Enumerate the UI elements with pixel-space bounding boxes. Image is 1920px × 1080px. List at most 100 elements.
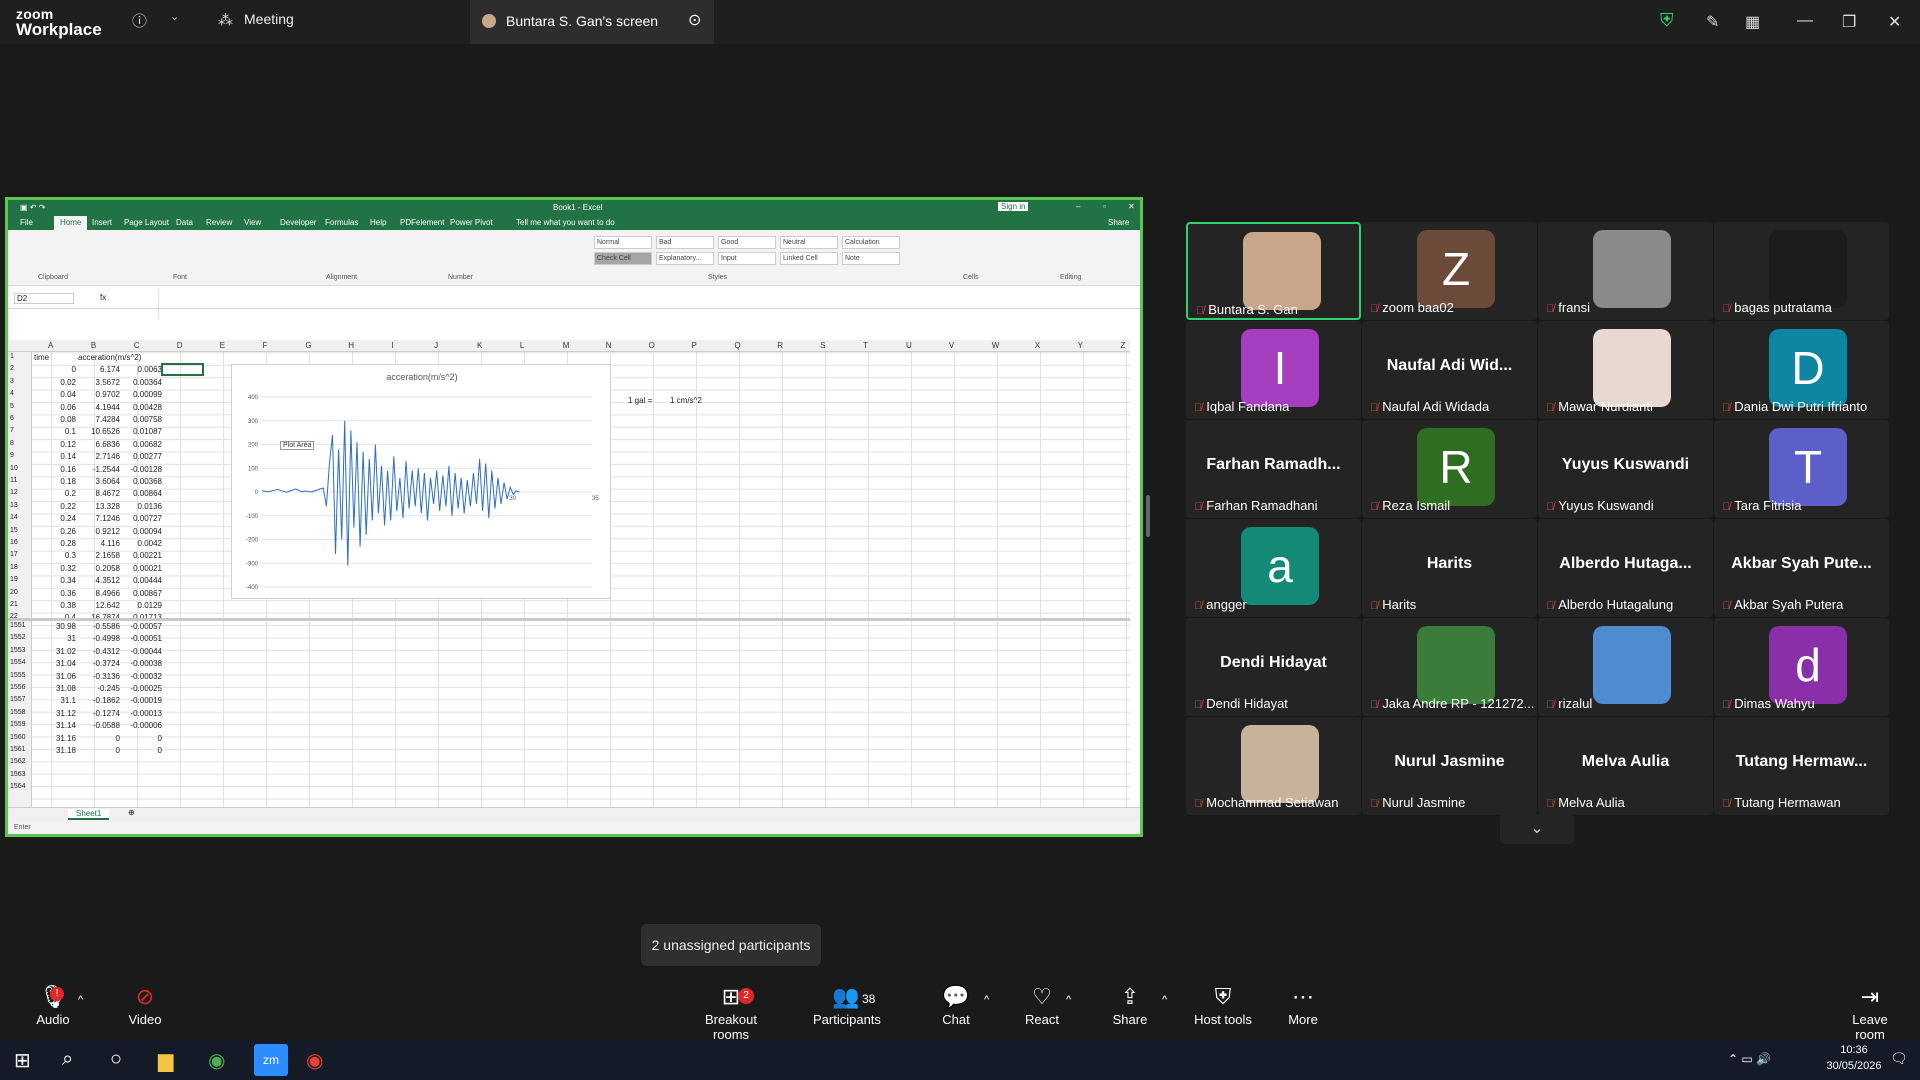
column-header[interactable]: X	[1035, 341, 1040, 350]
cell-style-option[interactable]: Check Cell	[594, 252, 652, 265]
row-number[interactable]: 1551	[10, 622, 26, 629]
cell-gal[interactable]: 0.0129	[120, 601, 162, 610]
column-header[interactable]: F	[263, 341, 268, 350]
cell-time[interactable]: 0	[34, 365, 76, 374]
cell-gal[interactable]: 0	[120, 734, 162, 743]
row-number[interactable]: 5	[10, 403, 14, 410]
cell-acceleration[interactable]: acceration(m/s^2)	[78, 353, 141, 362]
next-page-chevron-icon[interactable]: ⌄	[1500, 814, 1574, 844]
cell-acceleration[interactable]: 4.1944	[78, 403, 120, 412]
task-view-icon[interactable]: ○	[110, 1048, 122, 1071]
chevron-down-icon[interactable]: ⌄	[170, 10, 179, 23]
cell-time[interactable]: 0.2	[34, 489, 76, 498]
cell-time[interactable]: 31.08	[34, 684, 76, 693]
cell-style-option[interactable]: Linked Cell	[780, 252, 838, 265]
column-header[interactable]: M	[563, 341, 570, 350]
row-number[interactable]: 3	[10, 378, 14, 385]
column-header[interactable]: Q	[734, 341, 740, 350]
cell-acceleration[interactable]: 3.5672	[78, 378, 120, 387]
participant-tile[interactable]: 🎙̸ fransi	[1538, 222, 1713, 320]
cell-acceleration[interactable]: 12.642	[78, 601, 120, 610]
cell-time[interactable]: time	[34, 353, 76, 362]
ribbon-tab[interactable]: Page Layout	[124, 218, 169, 227]
cell-time[interactable]: 0.06	[34, 403, 76, 412]
cell-acceleration[interactable]: 8.4672	[78, 489, 120, 498]
cell-acceleration[interactable]: 10.6526	[78, 427, 120, 436]
participant-tile[interactable]: 🎙̸ Jaka Andre RP - 121272...	[1362, 618, 1537, 716]
cell-acceleration[interactable]: 0.9702	[78, 390, 120, 399]
column-header[interactable]: R	[777, 341, 783, 350]
row-number[interactable]: 1554	[10, 659, 26, 666]
row-number[interactable]: 9	[10, 452, 14, 459]
cell-time[interactable]: 0.36	[34, 589, 76, 598]
column-header[interactable]: J	[434, 341, 438, 350]
close-icon[interactable]: ✕	[1888, 12, 1901, 32]
cell-time[interactable]: 31.16	[34, 734, 76, 743]
cell-acceleration[interactable]: -0.3136	[78, 672, 120, 681]
cell-acceleration[interactable]: -1.2544	[78, 465, 120, 474]
cell-style-option[interactable]: Calculation	[842, 236, 900, 249]
split-handle[interactable]	[1146, 495, 1150, 537]
row-number[interactable]: 7	[10, 427, 14, 434]
row-number[interactable]: 1555	[10, 672, 26, 679]
column-header[interactable]: I	[391, 341, 393, 350]
row-number[interactable]: 14	[10, 514, 18, 521]
cell-style-option[interactable]: Normal	[594, 236, 652, 249]
chat-caret-icon[interactable]: ^	[984, 994, 989, 1006]
cell-style-option[interactable]: Input	[718, 252, 776, 265]
cell-acceleration[interactable]: -0.245	[78, 684, 120, 693]
participant-tile[interactable]: 🎙̸ bagas putratama	[1714, 222, 1889, 320]
ribbon-tab[interactable]: Review	[206, 218, 232, 227]
column-header[interactable]: D	[177, 341, 183, 350]
cell-gal[interactable]: 0.00021	[120, 564, 162, 573]
cell-gal[interactable]: 0.00364	[120, 378, 162, 387]
participant-tile[interactable]: 🎙̸ Mochammad Setiawan	[1186, 717, 1361, 815]
cell-style-option[interactable]: Good	[718, 236, 776, 249]
cell-time[interactable]: 0.14	[34, 452, 76, 461]
cell-acceleration[interactable]: -0.0588	[78, 721, 120, 730]
cell-time[interactable]: 0.26	[34, 527, 76, 536]
cell-gal[interactable]: -0.00019	[120, 696, 162, 705]
share-caret-icon[interactable]: ^	[1162, 994, 1167, 1006]
cell-acceleration[interactable]: 4.116	[78, 539, 120, 548]
cell-acceleration[interactable]: -0.1274	[78, 709, 120, 718]
cell-acceleration[interactable]: 3.6064	[78, 477, 120, 486]
row-number[interactable]: 8	[10, 440, 14, 447]
acceleration-chart[interactable]: acceration(m/s^2) 400 300 200 100 0 -100 -200-…	[231, 364, 611, 599]
file-explorer-icon[interactable]: ▆	[158, 1048, 173, 1073]
column-header[interactable]: G	[305, 341, 311, 350]
row-number[interactable]: 20	[10, 589, 18, 596]
column-header[interactable]: E	[220, 341, 225, 350]
row-number[interactable]: 12	[10, 489, 18, 496]
ribbon-tab[interactable]: View	[244, 218, 261, 227]
cell-style-option[interactable]: Bad	[656, 236, 714, 249]
column-header[interactable]: Z	[1121, 341, 1126, 350]
chrome-profile-icon[interactable]: ◉	[306, 1048, 323, 1073]
participant-tile[interactable]: Alberdo Hutaga... 🎙̸ Alberdo Hutagalung	[1538, 519, 1713, 617]
participant-tile[interactable]: Melva Aulia 🎙̸ Melva Aulia	[1538, 717, 1713, 815]
participant-tile[interactable]: T 🎙̸ Tara Fitrisia	[1714, 420, 1889, 518]
minimize-icon[interactable]: —	[1797, 12, 1813, 30]
cell-acceleration[interactable]: 6.6836	[78, 440, 120, 449]
column-header[interactable]: N	[606, 341, 612, 350]
cell-gal[interactable]: 0	[120, 746, 162, 755]
tray-icons[interactable]: ⌃ ▭ 🔊	[1728, 1052, 1771, 1066]
cell-gal[interactable]: 0.01087	[120, 427, 162, 436]
cell-acceleration[interactable]: 7.4284	[78, 415, 120, 424]
react-button[interactable]: ♡ React	[1022, 980, 1062, 1027]
save-icon[interactable]: ▣ ↶ ↷	[20, 203, 45, 212]
row-number[interactable]: 1557	[10, 696, 26, 703]
row-number[interactable]: 16	[10, 539, 18, 546]
participant-tile[interactable]: Harits 🎙̸ Harits	[1362, 519, 1537, 617]
chrome-icon[interactable]: ◉	[208, 1048, 225, 1073]
column-header[interactable]: K	[477, 341, 482, 350]
cell-gal[interactable]: -0.00006	[120, 721, 162, 730]
cell-time[interactable]: 31.12	[34, 709, 76, 718]
cell-gal[interactable]: 0.00368	[120, 477, 162, 486]
column-header[interactable]: P	[692, 341, 697, 350]
column-header[interactable]: U	[906, 341, 912, 350]
cell-acceleration[interactable]: -0.3724	[78, 659, 120, 668]
ribbon-tab[interactable]: Developer	[280, 218, 316, 227]
participant-tile[interactable]: I 🎙̸ Iqbal Fandana	[1186, 321, 1361, 419]
cell-gal[interactable]: 0.0042	[120, 539, 162, 548]
